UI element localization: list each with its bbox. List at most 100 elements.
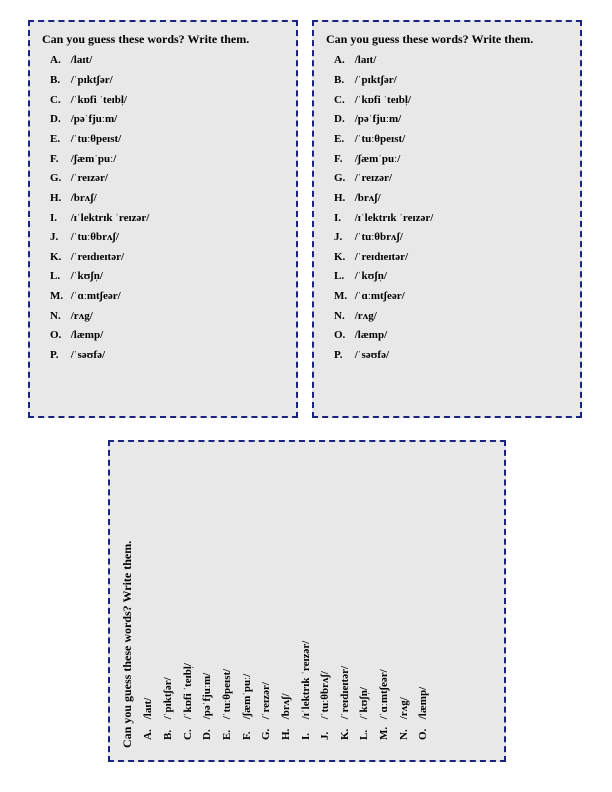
worksheet-card-1: Can you guess these words? Write them. A…	[28, 20, 298, 418]
item-label: B.	[334, 74, 352, 87]
word-item: F. /ʃæmˈpuː/	[241, 454, 254, 740]
item-label: A.	[50, 54, 68, 67]
item-ipa: /rʌg/	[398, 697, 410, 722]
word-item: D. /pəˈfjuːm/	[201, 454, 214, 740]
page: Can you guess these words? Write them. A…	[0, 0, 612, 792]
item-ipa: /pəˈfjuːm/	[201, 673, 213, 722]
word-item: O. /læmp/	[50, 329, 284, 342]
item-ipa: /ˈpɪktʃər/	[352, 74, 397, 86]
word-item: H. /brʌʃ/	[50, 192, 284, 205]
item-ipa: /ˈɑːmtʃeər/	[378, 669, 390, 722]
item-label: E.	[334, 133, 352, 146]
item-ipa: /ˈtuːθbrʌʃ/	[352, 231, 403, 243]
word-item: N. /rʌg/	[398, 454, 411, 740]
item-ipa: /ɪˈlektrɪk ˈreɪzər/	[352, 212, 433, 224]
item-label: K.	[339, 722, 352, 740]
item-ipa: /brʌʃ/	[280, 693, 292, 722]
item-ipa: /ˈtuːθbrʌʃ/	[319, 671, 331, 722]
word-item: I. /ɪˈlektrɪk ˈreɪzər/	[50, 212, 284, 225]
item-ipa: /ˈreɪdɪeɪtər/	[352, 251, 408, 263]
word-item: E. /ˈtuːθpeɪst/	[334, 133, 568, 146]
item-label: J.	[319, 722, 332, 740]
item-ipa: /rʌg/	[352, 310, 377, 322]
item-ipa: /pəˈfjuːm/	[352, 113, 401, 125]
item-label: A.	[142, 722, 155, 740]
word-item: P. /ˈsəʊfə/	[334, 349, 568, 362]
item-ipa: /ˈsəʊfə/	[68, 349, 105, 361]
item-ipa: /pəˈfjuːm/	[68, 113, 117, 125]
word-item: N. /rʌg/	[50, 310, 284, 323]
word-item: H. /brʌʃ/	[280, 454, 293, 740]
word-list-2: A. /laɪt/B. /ˈpɪktʃər/C. /ˈkɒfi ˈteɪbl̩/…	[326, 54, 568, 361]
item-label: P.	[50, 349, 68, 362]
word-item: F. /ʃæmˈpuː/	[334, 153, 568, 166]
word-item: G. /ˈreɪzər/	[334, 172, 568, 185]
item-ipa: /ˈkʊʃn̩/	[68, 270, 103, 282]
word-item: B. /ˈpɪktʃər/	[334, 74, 568, 87]
word-item: O. /læmp/	[417, 454, 430, 740]
item-ipa: /ɪˈlektrɪk ˈreɪzər/	[68, 212, 149, 224]
word-item: D. /pəˈfjuːm/	[334, 113, 568, 126]
item-label: B.	[50, 74, 68, 87]
item-label: F.	[241, 722, 254, 740]
item-ipa: /laɪt/	[352, 54, 376, 66]
item-label: I.	[50, 212, 68, 225]
item-label: I.	[300, 722, 313, 740]
word-item: A. /laɪt/	[50, 54, 284, 67]
item-label: F.	[334, 153, 352, 166]
worksheet-card-3-wrap: Can you guess these words? Write them. A…	[108, 440, 506, 762]
item-label: G.	[50, 172, 68, 185]
word-item: M. /ˈɑːmtʃeər/	[50, 290, 284, 303]
item-ipa: /rʌg/	[68, 310, 93, 322]
item-ipa: /ˈtuːθpeɪst/	[221, 669, 233, 722]
item-ipa: /ˈreɪdɪeɪtər/	[339, 666, 351, 722]
item-label: P.	[334, 349, 352, 362]
item-label: G.	[260, 722, 273, 740]
word-item: E. /ˈtuːθpeɪst/	[50, 133, 284, 146]
item-label: N.	[50, 310, 68, 323]
item-label: D.	[201, 722, 214, 740]
item-ipa: /ˈkʊʃn̩/	[352, 270, 387, 282]
item-ipa: /ˈreɪzər/	[68, 172, 108, 184]
word-list-1: A. /laɪt/B. /ˈpɪktʃər/C. /ˈkɒfi ˈteɪbl̩/…	[42, 54, 284, 361]
item-ipa: /ˈsəʊfə/	[352, 349, 389, 361]
item-label: C.	[334, 94, 352, 107]
word-item: J. /ˈtuːθbrʌʃ/	[334, 231, 568, 244]
item-label: N.	[398, 722, 411, 740]
item-label: O.	[50, 329, 68, 342]
item-label: G.	[334, 172, 352, 185]
item-ipa: /ˈɑːmtʃeər/	[68, 290, 121, 302]
word-item: A. /laɪt/	[142, 454, 155, 740]
word-item: C. /ˈkɒfi ˈteɪbl̩/	[50, 94, 284, 107]
item-ipa: /ˈkɒfi ˈteɪbl̩/	[182, 663, 194, 722]
item-label: E.	[50, 133, 68, 146]
item-ipa: /ˈtuːθpeɪst/	[352, 133, 405, 145]
item-label: F.	[50, 153, 68, 166]
item-label: O.	[334, 329, 352, 342]
word-item: K. /ˈreɪdɪeɪtər/	[339, 454, 352, 740]
card-title: Can you guess these words? Write them.	[120, 454, 134, 748]
item-ipa: /ʃæmˈpuː/	[68, 153, 116, 165]
worksheet-card-3: Can you guess these words? Write them. A…	[108, 440, 506, 762]
word-item: O. /læmp/	[334, 329, 568, 342]
word-item: D. /pəˈfjuːm/	[50, 113, 284, 126]
item-label: I.	[334, 212, 352, 225]
worksheet-card-2: Can you guess these words? Write them. A…	[312, 20, 582, 418]
word-item: K. /ˈreɪdɪeɪtər/	[334, 251, 568, 264]
item-label: J.	[50, 231, 68, 244]
item-ipa: /ˈtuːθbrʌʃ/	[68, 231, 119, 243]
item-ipa: /læmp/	[68, 329, 103, 341]
item-ipa: /ˈtuːθpeɪst/	[68, 133, 121, 145]
item-ipa: /ɪˈlektrɪk ˈreɪzər/	[300, 641, 312, 722]
word-item: L. /ˈkʊʃn̩/	[358, 454, 371, 740]
item-label: H.	[280, 722, 293, 740]
word-item: E. /ˈtuːθpeɪst/	[221, 454, 234, 740]
word-item: M. /ˈɑːmtʃeər/	[334, 290, 568, 303]
item-label: O.	[417, 722, 430, 740]
item-ipa: /laɪt/	[142, 698, 154, 722]
item-ipa: /ˈkʊʃn̩/	[358, 687, 370, 722]
item-label: L.	[334, 270, 352, 283]
item-label: M.	[50, 290, 68, 303]
item-ipa: /ˈreɪzər/	[260, 682, 272, 722]
word-item: N. /rʌg/	[334, 310, 568, 323]
